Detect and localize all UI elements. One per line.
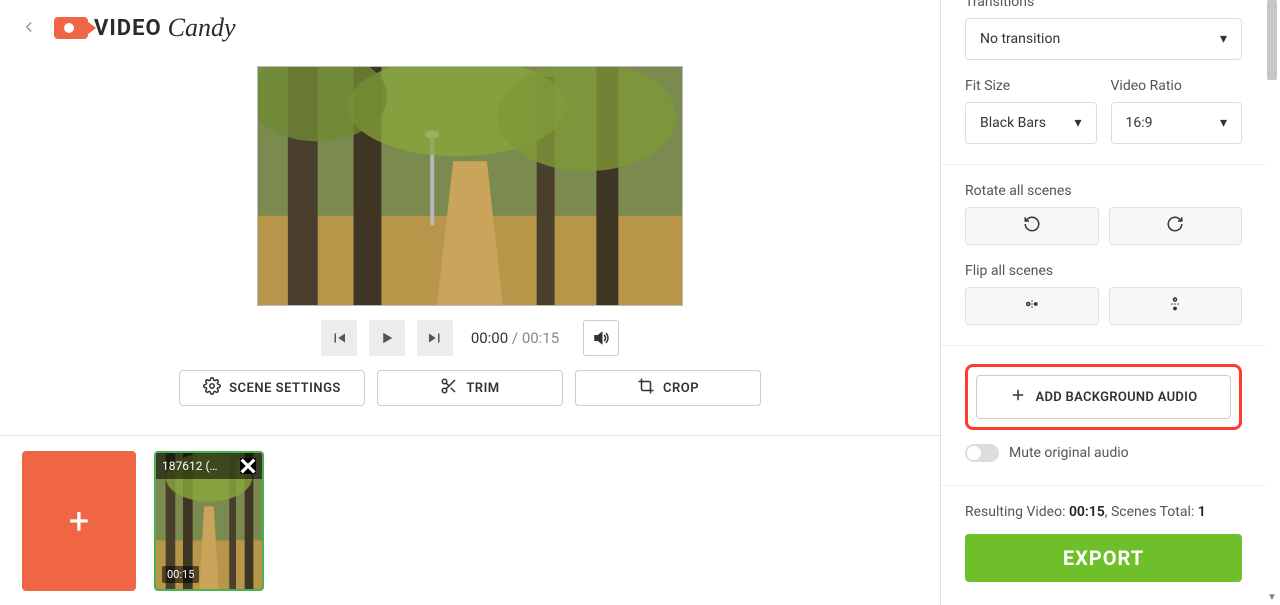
export-footer: Resulting Video: 00:15, Scenes Total: 1 … xyxy=(941,485,1266,605)
video-preview[interactable] xyxy=(257,66,683,306)
current-time: 00:00 xyxy=(471,329,508,347)
rotate-left-button[interactable] xyxy=(965,207,1099,245)
play-button[interactable] xyxy=(369,320,405,356)
logo[interactable]: VIDEOCandy xyxy=(54,13,236,43)
next-button[interactable] xyxy=(417,320,453,356)
camera-icon xyxy=(54,17,88,39)
add-audio-label: ADD BACKGROUND AUDIO xyxy=(1035,390,1197,405)
plus-icon: + xyxy=(69,500,89,542)
flip-horizontal-button[interactable] xyxy=(965,287,1099,325)
add-background-audio-button[interactable]: ADD BACKGROUND AUDIO xyxy=(976,375,1231,419)
flip-label: Flip all scenes xyxy=(965,263,1242,279)
result-prefix: Resulting Video: xyxy=(965,504,1069,520)
scroll-thumb[interactable] xyxy=(1267,0,1277,80)
playback-time: 00:00 / 00:15 xyxy=(471,329,559,347)
trim-button[interactable]: TRIM xyxy=(377,370,563,406)
rotate-right-button[interactable] xyxy=(1109,207,1243,245)
flip-vertical-button[interactable] xyxy=(1109,287,1243,325)
trim-label: TRIM xyxy=(466,381,499,396)
scrollbar[interactable]: ▲ ▼ xyxy=(1266,0,1278,605)
settings-scroll[interactable]: Transitions No transition ▾ Fit Size Bla… xyxy=(941,0,1266,485)
mute-label: Mute original audio xyxy=(1009,445,1129,461)
logo-word-candy: Candy xyxy=(168,13,236,43)
clip-title: 187612 (… xyxy=(162,459,218,473)
result-scenes: 1 xyxy=(1198,504,1206,520)
export-label: EXPORT xyxy=(1063,546,1144,570)
playback-controls: 00:00 / 00:15 xyxy=(321,320,619,356)
chevron-down-icon: ▾ xyxy=(1074,115,1081,131)
main-area: 00:00 / 00:15 SCENE SETTINGS TRIM CROP xyxy=(0,56,940,435)
time-sep: / xyxy=(508,329,522,347)
add-audio-highlight: ADD BACKGROUND AUDIO xyxy=(965,364,1242,430)
fit-size-value: Black Bars xyxy=(980,115,1046,131)
transitions-label: Transitions xyxy=(965,0,1242,10)
volume-button[interactable] xyxy=(583,320,619,356)
clip-duration: 00:15 xyxy=(162,566,199,583)
crop-icon xyxy=(637,377,655,399)
scissors-icon xyxy=(440,377,458,399)
video-ratio-label: Video Ratio xyxy=(1111,78,1243,94)
video-ratio-dropdown[interactable]: 16:9 ▾ xyxy=(1111,102,1243,144)
back-button[interactable] xyxy=(20,18,40,38)
duration-time: 00:15 xyxy=(522,329,559,347)
video-ratio-value: 16:9 xyxy=(1126,115,1153,131)
flip-horizontal-icon xyxy=(1023,295,1041,317)
fit-size-label: Fit Size xyxy=(965,78,1097,94)
fit-size-dropdown[interactable]: Black Bars ▾ xyxy=(965,102,1097,144)
chevron-down-icon: ▾ xyxy=(1220,115,1227,131)
clip-header: 187612 (… xyxy=(156,453,262,479)
settings-panel: Transitions No transition ▾ Fit Size Bla… xyxy=(940,0,1280,605)
mute-toggle[interactable] xyxy=(965,444,999,462)
transitions-value: No transition xyxy=(980,31,1060,47)
clip-thumbnail[interactable]: 187612 (… 00:15 xyxy=(154,451,264,591)
gear-icon xyxy=(203,377,221,399)
scene-settings-label: SCENE SETTINGS xyxy=(229,381,341,396)
plus-icon xyxy=(1009,386,1027,408)
scene-settings-button[interactable]: SCENE SETTINGS xyxy=(179,370,365,406)
export-button[interactable]: EXPORT xyxy=(965,534,1242,582)
result-duration: 00:15 xyxy=(1069,504,1105,520)
logo-word-video: VIDEO xyxy=(94,16,162,41)
rotate-label: Rotate all scenes xyxy=(965,183,1242,199)
crop-button[interactable]: CROP xyxy=(575,370,761,406)
crop-label: CROP xyxy=(663,381,699,396)
timeline: + 187612 (… 00:15 xyxy=(0,435,940,605)
rotate-left-icon xyxy=(1023,215,1041,237)
result-summary: Resulting Video: 00:15, Scenes Total: 1 xyxy=(965,504,1242,520)
chevron-down-icon: ▾ xyxy=(1220,31,1227,47)
tool-row: SCENE SETTINGS TRIM CROP xyxy=(179,370,761,406)
transitions-dropdown[interactable]: No transition ▾ xyxy=(965,18,1242,60)
rotate-right-icon xyxy=(1166,215,1184,237)
result-mid: , Scenes Total: xyxy=(1105,504,1198,520)
flip-vertical-icon xyxy=(1166,295,1184,317)
mute-row: Mute original audio xyxy=(965,444,1242,462)
prev-button[interactable] xyxy=(321,320,357,356)
app-header: VIDEOCandy xyxy=(0,0,940,56)
scroll-down-icon[interactable]: ▼ xyxy=(1266,591,1278,603)
add-clip-button[interactable]: + xyxy=(22,451,136,591)
remove-clip-button[interactable] xyxy=(240,458,256,474)
